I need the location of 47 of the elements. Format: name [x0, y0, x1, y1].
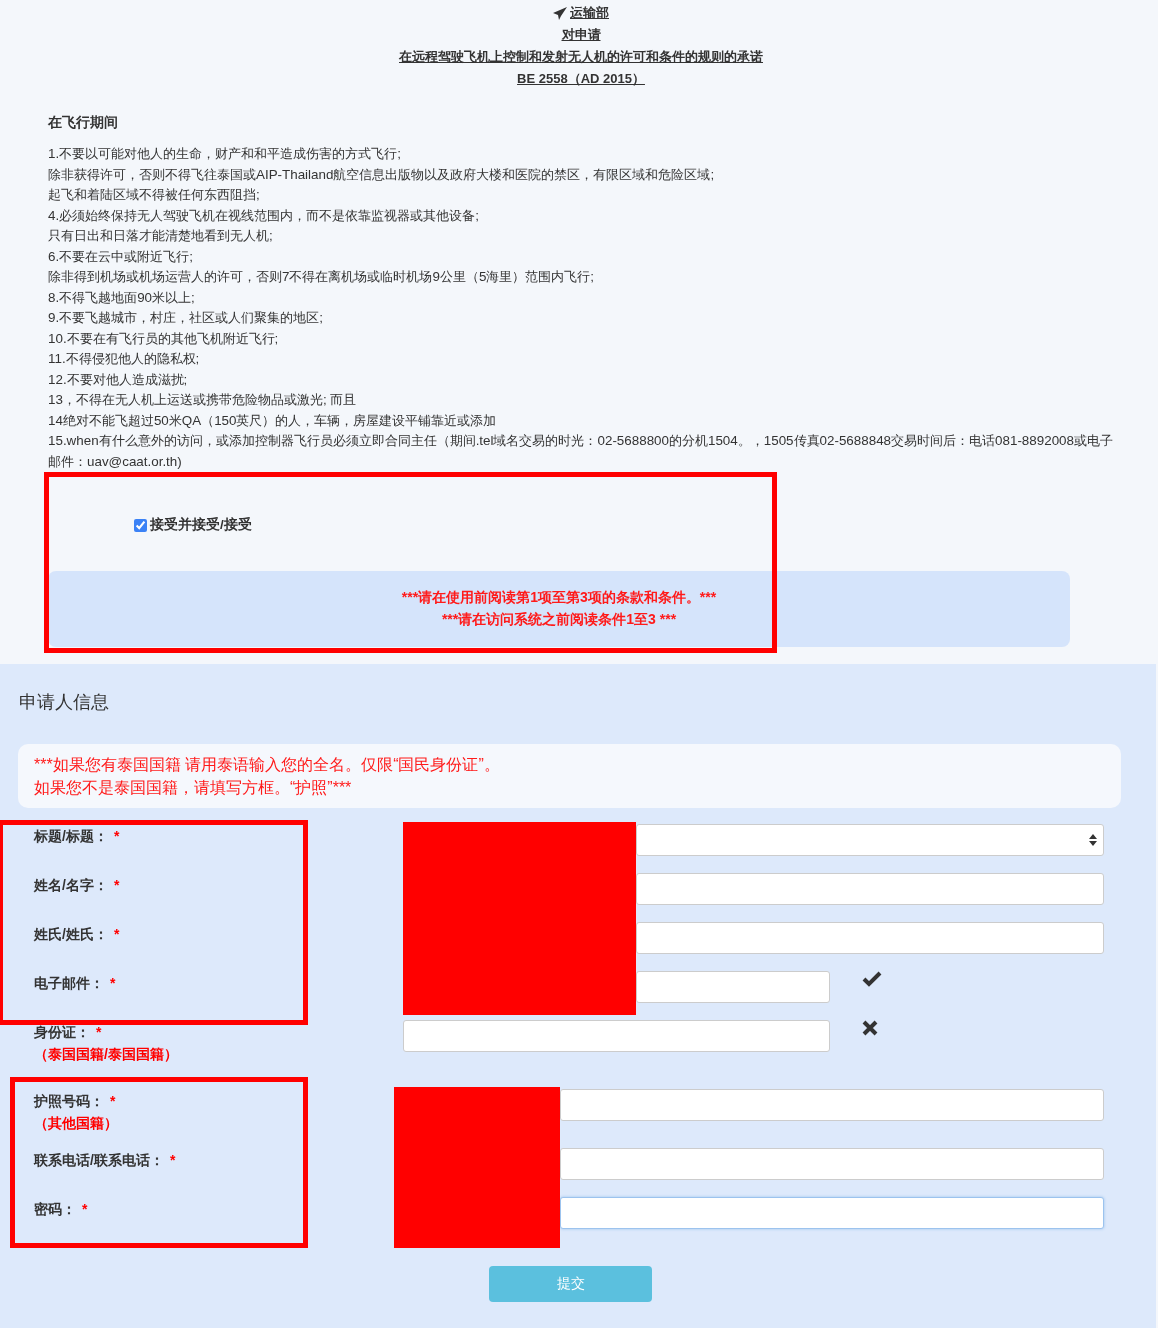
notice-text: ***请在使用前阅读第1项至第3项的条款和条件。***: [401, 589, 717, 607]
page-title: 对申请: [561, 26, 601, 44]
section-title: 在飞行期间: [48, 114, 119, 132]
input-field[interactable]: [403, 1020, 830, 1052]
department-link[interactable]: 运输部: [570, 4, 609, 22]
field-label: 标题/标题： *: [34, 828, 121, 846]
rule-text: 8.不得飞越地面90米以上;: [48, 288, 196, 307]
paper-plane-icon: [553, 6, 567, 20]
rule-text: 13，不得在无人机上运送或携带危险物品或激光; 而且: [48, 391, 358, 409]
field-label: 联系电话/联系电话： *: [34, 1152, 177, 1170]
field-label: 身份证： *: [34, 1024, 103, 1042]
rule-text: 除非获得许可，否则不得飞往泰国或AIP-Thailand航空信息出版物以及政府大楼和医院的禁区，有限区域和危险区域;: [48, 165, 716, 184]
sort-caret-icon: [1089, 834, 1097, 846]
rule-text: 1.不要以可能对他人的生命，财产和和平造成伤害的方式飞行;: [48, 145, 402, 163]
checkbox[interactable]: [134, 518, 147, 532]
rule-text: 除非得到机场或机场运营人的许可，否则7不得在离机场或临时机场9公里（5海里）范围内飞行;: [48, 268, 596, 286]
notice-text: ***请在访问系统之前阅读条件1至3 ***: [441, 611, 677, 629]
input-field[interactable]: [636, 922, 1104, 954]
page-title: 在远程驾驶飞机上控制和发射无人机的许可和条件的规则的承诺: [399, 48, 763, 66]
field-label: 密码： *: [34, 1201, 89, 1219]
page-title: BE 2558（AD 2015）: [517, 70, 645, 88]
rule-text: 12.不要对他人造成滋扰;: [48, 370, 189, 389]
section-title: 申请人信息: [19, 691, 110, 714]
rule-text: 6.不要在云中或附近飞行;: [48, 247, 194, 266]
input-field[interactable]: [560, 1148, 1104, 1180]
select-field[interactable]: [636, 824, 1104, 856]
input-field[interactable]: [636, 873, 1104, 905]
field-label: 姓名/名字： *: [34, 877, 121, 895]
rule-text: 11.不得侵犯他人的隐私权;: [48, 350, 201, 368]
field-note: （泰国国籍/泰国国籍）: [34, 1046, 179, 1064]
input-field[interactable]: [636, 971, 830, 1003]
field-label: 电子邮件： *: [34, 975, 117, 993]
field-note: （其他国籍）: [34, 1115, 119, 1133]
input-field[interactable]: [560, 1089, 1104, 1121]
rule-text: 只有日出和日落才能清楚地看到无人机;: [48, 227, 274, 245]
rule-text: 10.不要在有飞行员的其他飞机附近飞行;: [48, 329, 280, 348]
input-field[interactable]: [560, 1197, 1104, 1229]
field-label: 护照号码： *: [34, 1093, 117, 1111]
rule-text: 4.必须始终保持无人驾驶飞机在视线范围内，而不是依靠监视器或其他设备;: [48, 206, 480, 225]
rule-text: 14绝对不能飞超过50米QA（150英尺）的人，车辆，房屋建设平铺靠近或添加: [48, 411, 498, 430]
rule-text: 15.when有什么意外的访问，或添加控制器飞行员必须立即合同主任（期间.tel域名交易的时光：02-5688800的分机1504。，1505传真02-5688848交易时间后：电话081-8892008或电子邮件：uav@caat.or.th): [48, 432, 1114, 471]
checkbox-label: 接受并接受/接受: [150, 516, 252, 534]
rule-text: 9.不要飞越城市，村庄，社区或人们聚集的地区;: [48, 309, 324, 327]
field-label: 姓氏/姓氏： *: [34, 926, 121, 944]
hint-text: 如果您不是泰国国籍，请填写方框。“护照”***: [34, 778, 353, 798]
rule-text: 起飞和着陆区域不得被任何东西阻挡;: [48, 186, 261, 204]
hint-text: ***如果您有泰国国籍 请用泰语输入您的全名。仅限“国民身份证”。: [34, 755, 501, 775]
